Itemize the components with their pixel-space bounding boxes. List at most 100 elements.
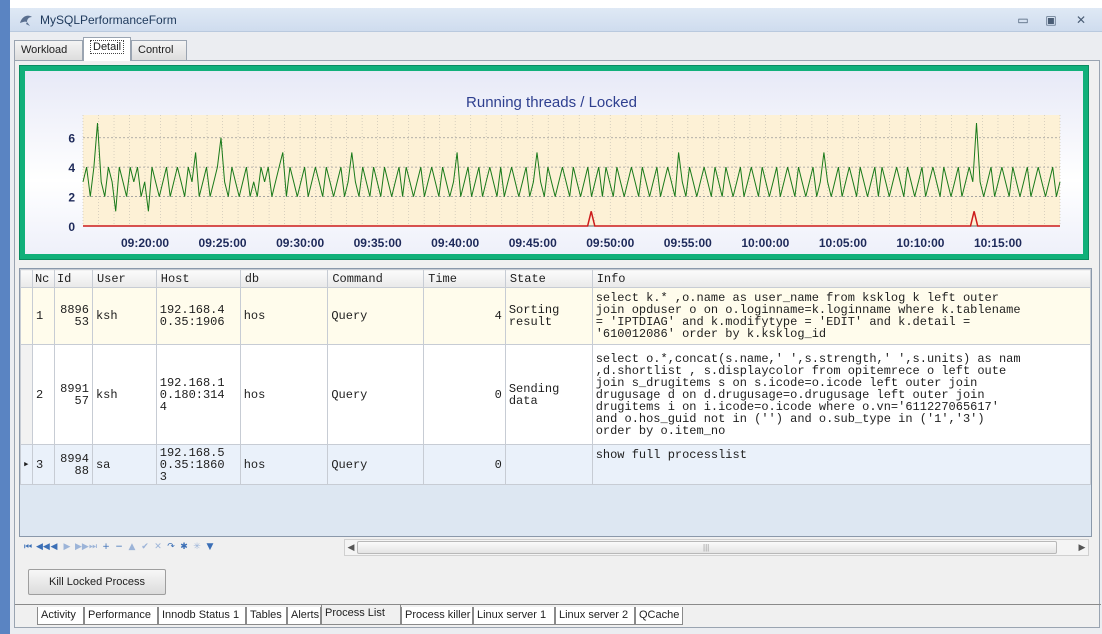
kill-locked-process-button[interactable]: Kill Locked Process — [28, 569, 166, 595]
horizontal-scrollbar[interactable]: ◀ ||| ▶ — [344, 539, 1089, 556]
tab-linux-server-1[interactable]: Linux server 1 — [473, 607, 555, 625]
column-header-nc[interactable]: Nc — [31, 269, 55, 288]
cell-user: sa — [91, 444, 157, 485]
dolphin-icon — [20, 15, 32, 26]
cell-info: show full processlist — [591, 444, 1091, 485]
y-tick-label: 0 — [68, 220, 75, 234]
save-bookmark-icon[interactable]: ✱ — [179, 540, 189, 554]
chart-title: Running threads / Locked — [466, 94, 637, 111]
prev-page-icon[interactable]: ◀◀ — [36, 540, 50, 554]
tab-qcache[interactable]: QCache — [635, 607, 683, 625]
cell-command: Query — [327, 444, 425, 485]
next-page-icon[interactable]: ▶▶ — [75, 540, 89, 554]
cell-id: 8994 88 — [53, 444, 93, 485]
tab-linux-server-2[interactable]: Linux server 2 — [555, 607, 635, 625]
row-indicator[interactable] — [20, 344, 33, 445]
tab-label: Detail — [90, 40, 125, 54]
process-grid: Nc Id User Host db Command Time State In… — [19, 268, 1092, 537]
x-tick-label: 10:10:00 — [896, 236, 944, 250]
cell-host: 192.168.4 0.35:1906 — [155, 287, 241, 345]
filter-icon[interactable]: ▼ — [205, 540, 215, 554]
cell-info: select k.* ,o.name as user_name from ksk… — [591, 287, 1091, 345]
cancel-icon[interactable]: ✕ — [153, 540, 163, 554]
cell-id: 8991 57 — [53, 344, 93, 445]
y-tick-label: 6 — [68, 132, 75, 146]
minimize-button[interactable]: ▭ — [1012, 11, 1034, 29]
maximize-button[interactable]: ▣ — [1040, 11, 1062, 29]
table-row[interactable]: 2 8991 57 ksh 192.168.1 0.180:314 4 hos … — [20, 344, 1091, 445]
tab-label: Workload — [21, 44, 68, 56]
close-button[interactable]: ✕ — [1070, 11, 1092, 29]
y-tick-label: 2 — [68, 191, 75, 205]
tab-tables[interactable]: Tables — [246, 607, 287, 625]
chart-area: Running threads / Locked 0 2 4 6 09:20:00 09:2… — [25, 71, 1083, 254]
cell-time: 4 — [423, 287, 506, 345]
column-header-state[interactable]: State — [504, 269, 593, 288]
goto-bookmark-icon[interactable]: ✳ — [192, 540, 202, 554]
cell-nc: 1 — [31, 287, 55, 345]
scroll-left-icon[interactable]: ◀ — [345, 540, 357, 555]
mysql-performance-window: MySQLPerformanceForm ▭ ▣ ✕ Workload Deta… — [0, 0, 1102, 634]
cell-db: hos — [239, 287, 329, 345]
form-body: Workload Detail Control Running threads … — [10, 32, 1102, 634]
first-icon[interactable]: ⏮ — [23, 540, 33, 554]
cell-host: 192.168.5 0.35:1860 3 — [155, 444, 241, 485]
x-tick-label: 09:30:00 — [276, 236, 324, 250]
column-header-info[interactable]: Info — [591, 269, 1091, 288]
cell-host: 192.168.1 0.180:314 4 — [155, 344, 241, 445]
insert-icon[interactable]: + — [101, 540, 111, 554]
column-header-db[interactable]: db — [239, 269, 329, 288]
tab-alerts[interactable]: Alerts — [287, 607, 321, 625]
y-tick-label: 4 — [68, 161, 75, 175]
data-navigator: ⏮ ◀◀ ◀ ▶ ▶▶ ⏭ + − ▲ ✔ ✕ ↷ ✱ ✳ ▼ ◀ ||| ▶ — [19, 537, 1092, 557]
delete-icon[interactable]: − — [114, 540, 124, 554]
x-tick-label: 09:25:00 — [199, 236, 247, 250]
running-threads-chart: Running threads / Locked 0 2 4 6 09:20:00 09:2… — [68, 94, 1061, 250]
navigator-buttons: ⏮ ◀◀ ◀ ▶ ▶▶ ⏭ + − ▲ ✔ ✕ ↷ ✱ ✳ ▼ — [23, 540, 215, 554]
x-tick-label: 09:20:00 — [121, 236, 169, 250]
last-icon[interactable]: ⏭ — [88, 540, 98, 554]
refresh-icon[interactable]: ↷ — [166, 540, 176, 554]
cell-db: hos — [239, 344, 329, 445]
next-icon[interactable]: ▶ — [62, 540, 72, 554]
prev-icon[interactable]: ◀ — [49, 540, 59, 554]
row-indicator[interactable]: ▸ — [20, 444, 33, 485]
scrollbar-thumb[interactable]: ||| — [357, 541, 1057, 554]
tab-label: Control — [138, 44, 174, 56]
table-row-current[interactable]: ▸ 3 8994 88 sa 192.168.5 0.35:1860 3 hos… — [20, 444, 1091, 485]
x-tick-label: 09:35:00 — [354, 236, 402, 250]
scroll-right-icon[interactable]: ▶ — [1076, 540, 1088, 555]
cell-state: Sending data — [504, 344, 593, 445]
indicator-header — [20, 269, 33, 288]
post-icon[interactable]: ✔ — [140, 540, 150, 554]
column-header-time[interactable]: Time — [423, 269, 506, 288]
header-row: Nc Id User Host db Command Time State In… — [20, 269, 1091, 288]
cell-state — [504, 444, 593, 485]
cell-nc: 2 — [31, 344, 55, 445]
table-row[interactable]: 1 8896 53 ksh 192.168.4 0.35:1906 hos Qu… — [20, 287, 1091, 345]
column-header-user[interactable]: User — [91, 269, 157, 288]
cell-nc: 3 — [31, 444, 55, 485]
edit-icon[interactable]: ▲ — [127, 540, 137, 554]
tab-activity[interactable]: Activity — [37, 607, 84, 625]
x-tick-label: 10:05:00 — [819, 236, 867, 250]
tab-process-killer[interactable]: Process killer — [401, 607, 473, 625]
cell-command: Query — [327, 344, 425, 445]
tab-control[interactable]: Control — [131, 40, 187, 61]
cell-id: 8896 53 — [53, 287, 93, 345]
tab-workload[interactable]: Workload — [14, 40, 83, 61]
chart-frame: Running threads / Locked 0 2 4 6 09:20:00 09:2… — [19, 65, 1089, 260]
window-title: MySQLPerformanceForm — [40, 13, 177, 27]
tab-process-list[interactable]: Process List — [321, 605, 401, 625]
tab-performance[interactable]: Performance — [84, 607, 158, 625]
tab-innodb-status-1[interactable]: Innodb Status 1 — [158, 607, 246, 625]
cell-user: ksh — [91, 287, 157, 345]
column-header-host[interactable]: Host — [155, 269, 241, 288]
x-tick-label: 09:40:00 — [431, 236, 479, 250]
tab-detail[interactable]: Detail — [83, 37, 131, 61]
x-tick-label: 09:45:00 — [509, 236, 557, 250]
x-tick-label: 09:50:00 — [586, 236, 634, 250]
row-indicator[interactable] — [20, 287, 33, 345]
column-header-id[interactable]: Id — [53, 269, 93, 288]
column-header-command[interactable]: Command — [327, 269, 425, 288]
